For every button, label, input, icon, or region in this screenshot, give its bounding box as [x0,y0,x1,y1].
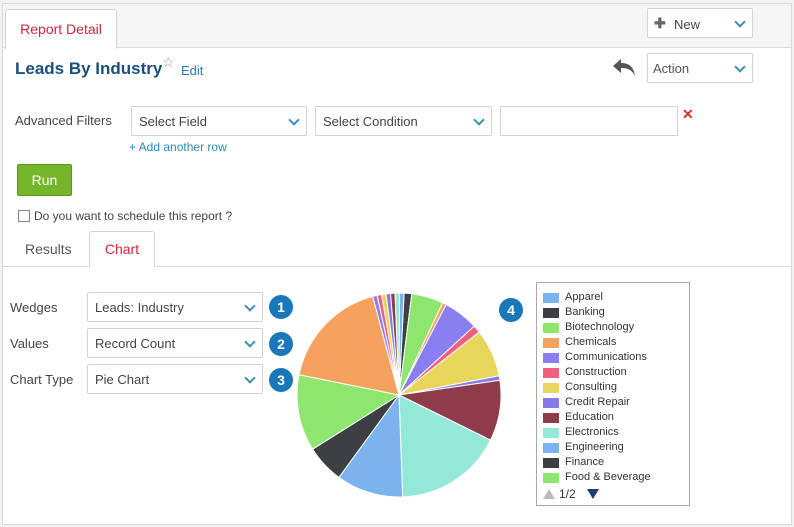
chart-legend: Apparel Banking Biotechnology Chemicals Comm… [536,282,690,506]
legend-label: Chemicals [565,336,617,348]
chevron-down-icon [734,16,746,28]
values-label: Values [10,336,49,351]
legend-swatch [543,383,559,393]
wedges-value: Leads: Industry [95,300,184,315]
new-button-label: New [674,17,701,32]
chart-type-dropdown[interactable]: Pie Chart [87,364,263,394]
page-up-icon[interactable] [543,489,555,499]
tab-report-detail[interactable]: Report Detail [5,9,117,49]
legend-label: Construction [565,366,627,378]
plus-icon: ✚ [654,15,666,31]
pie-chart [296,292,502,498]
legend-label: Communications [565,351,647,363]
legend-page-indicator: 1/2 [559,487,576,501]
chevron-down-icon [244,372,256,384]
legend-label: Food & Beverage [565,471,651,483]
legend-label: Engineering [565,441,624,453]
schedule-checkbox[interactable] [18,210,30,222]
legend-label: Finance [565,456,605,468]
chevron-down-icon [473,114,485,126]
legend-swatch [543,458,559,468]
legend-swatch [543,428,559,438]
legend-swatch [543,353,559,363]
legend-label: Apparel [565,291,603,303]
tab-chart[interactable]: Chart [89,231,155,267]
legend-swatch [543,473,559,483]
page-down-icon[interactable] [587,489,599,499]
select-condition-dropdown[interactable]: Select Condition [315,106,492,136]
values-dropdown[interactable]: Record Count [87,328,263,358]
step-badge-3: 3 [269,368,293,392]
legend-label: Consulting [565,381,617,393]
chevron-down-icon [288,114,300,126]
legend-swatch [543,413,559,423]
legend-swatch [543,308,559,318]
chart-type-value: Pie Chart [95,372,150,387]
select-field-label: Select Field [139,114,207,129]
run-button[interactable]: Run [17,164,72,196]
legend-swatch [543,338,559,348]
schedule-label: Do you want to schedule this report ? [34,209,233,223]
edit-link[interactable]: Edit [181,63,203,78]
step-badge-2: 2 [269,332,293,356]
step-badge-1: 1 [269,295,293,319]
wedges-label: Wedges [10,300,58,315]
legend-label: Banking [565,306,605,318]
chart-type-label: Chart Type [10,372,74,387]
star-icon[interactable]: ☆ [162,54,175,71]
advanced-filters-label: Advanced Filters [15,113,112,128]
legend-swatch [543,323,559,333]
action-button-label: Action [653,61,690,76]
legend-label: Credit Repair [565,396,630,408]
legend-swatch [543,398,559,408]
wedges-dropdown[interactable]: Leads: Industry [87,292,263,322]
close-icon[interactable]: ✕ [682,106,694,123]
report-frame: Report Detail ✚ New Leads By Industry ☆ … [2,3,792,525]
add-another-row-link[interactable]: + Add another row [129,140,227,154]
tab-results[interactable]: Results [25,241,72,257]
action-button[interactable]: Action [647,53,753,83]
legend-label: Biotechnology [565,321,635,333]
chevron-down-icon [734,61,746,73]
top-bar: Report Detail ✚ New [3,4,791,49]
page-title: Leads By Industry [15,59,163,78]
select-condition-label: Select Condition [323,114,418,129]
filter-value-input[interactable] [500,106,678,136]
legend-swatch [543,368,559,378]
legend-label: Education [565,411,614,423]
step-badge-4: 4 [499,298,523,322]
values-value: Record Count [95,336,176,351]
new-button[interactable]: ✚ New [647,8,753,38]
legend-swatch [543,293,559,303]
chevron-down-icon [244,336,256,348]
legend-label: Electronics [565,426,619,438]
undo-icon[interactable] [611,56,639,78]
legend-swatch [543,443,559,453]
select-field-dropdown[interactable]: Select Field [131,106,307,136]
chevron-down-icon [244,300,256,312]
